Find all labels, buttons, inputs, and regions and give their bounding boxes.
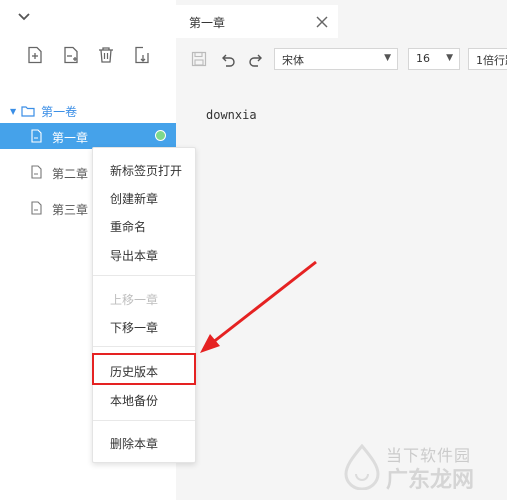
menu-item-label: 本地备份: [110, 394, 159, 408]
line-spacing-value: 1倍行距: [476, 54, 507, 67]
menu-item-label: 新标签页打开: [110, 164, 183, 178]
menu-item-open-in-new-tab[interactable]: 新标签页打开: [93, 157, 195, 183]
menu-item-rename[interactable]: 重命名: [93, 213, 195, 239]
menu-item-label: 删除本章: [110, 437, 159, 451]
document-body[interactable]: downxia: [176, 78, 507, 500]
menu-item-move-down[interactable]: 下移一章: [93, 314, 195, 340]
tab-chapter[interactable]: 第一章: [176, 5, 338, 38]
watermark: 当下软件园 广东龙网: [340, 440, 500, 496]
import-icon[interactable]: [133, 46, 151, 64]
annotation-highlight-box: [92, 353, 196, 385]
save-icon[interactable]: [191, 51, 207, 67]
close-icon[interactable]: [315, 15, 329, 29]
undo-icon[interactable]: [220, 51, 236, 67]
new-volume-icon[interactable]: [62, 46, 80, 64]
watermark-logo: [344, 444, 380, 490]
redo-icon[interactable]: [248, 51, 264, 67]
menu-divider: [93, 420, 195, 421]
chapter-item-1[interactable]: 第一章: [0, 123, 176, 149]
chevron-down-icon[interactable]: [16, 10, 32, 24]
new-chapter-icon[interactable]: [26, 46, 44, 64]
trash-icon[interactable]: [97, 46, 115, 64]
editor-pane: 第一章 宋体 ▼ 16 ▼ 1倍行距: [176, 0, 507, 500]
menu-divider: [93, 346, 195, 347]
font-family-select[interactable]: 宋体 ▼: [274, 48, 398, 70]
tab-title: 第一章: [189, 16, 226, 30]
volume-item[interactable]: ▼ 第一卷: [10, 102, 77, 120]
chevron-down-icon: ▼: [384, 53, 391, 63]
font-size-value: 16: [416, 52, 430, 65]
document-icon: [31, 165, 42, 179]
menu-item-create-chapter[interactable]: 创建新章: [93, 185, 195, 211]
menu-item-export-chapter[interactable]: 导出本章: [93, 242, 195, 268]
menu-item-move-up[interactable]: 上移一章: [93, 286, 195, 312]
menu-item-delete-chapter[interactable]: 删除本章: [93, 430, 195, 456]
chapter-label: 第二章: [52, 167, 89, 181]
volume-label: 第一卷: [41, 104, 78, 119]
chapter-label: 第一章: [52, 131, 89, 145]
menu-item-label: 创建新章: [110, 192, 159, 206]
chevron-down-icon: ▼: [446, 53, 453, 63]
menu-divider: [93, 275, 195, 276]
document-icon: [31, 201, 42, 215]
chapter-context-menu: 新标签页打开 创建新章 重命名 导出本章 上移一章 下移一章 历史版本 本地备份…: [92, 147, 196, 463]
font-size-select[interactable]: 16 ▼: [408, 48, 460, 70]
font-family-value: 宋体: [282, 54, 304, 67]
format-toolbar: 宋体 ▼ 16 ▼ 1倍行距: [176, 43, 507, 75]
menu-item-local-backup[interactable]: 本地备份: [93, 387, 195, 413]
menu-item-label: 上移一章: [110, 293, 159, 307]
saved-check-icon: [155, 130, 166, 141]
chapter-label: 第三章: [52, 203, 89, 217]
menu-item-label: 下移一章: [110, 321, 159, 335]
menu-item-label: 导出本章: [110, 249, 159, 263]
line-spacing-select[interactable]: 1倍行距: [468, 48, 507, 70]
menu-item-label: 重命名: [110, 220, 147, 234]
folder-icon: [21, 106, 35, 117]
document-text: downxia: [206, 108, 257, 122]
document-icon: [31, 129, 42, 143]
watermark-bottom-text: 广东龙网: [386, 468, 475, 493]
caret-down-icon[interactable]: ▼: [10, 107, 16, 116]
